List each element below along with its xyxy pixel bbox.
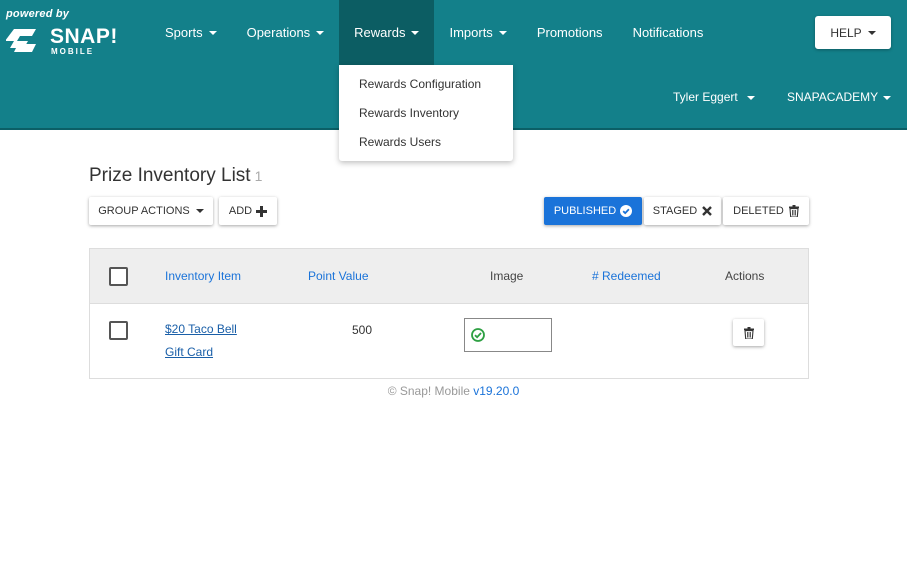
- add-button[interactable]: ADD: [219, 197, 277, 225]
- caret-down-icon: [411, 30, 420, 35]
- header-point-value[interactable]: Point Value: [308, 269, 369, 283]
- nav-rewards-label: Rewards: [354, 25, 406, 40]
- rewards-dropdown-menu: Rewards Configuration Rewards Inventory …: [339, 65, 513, 161]
- staged-filter-button[interactable]: STAGED: [644, 197, 721, 225]
- caret-down-icon: [747, 95, 756, 100]
- page-title-text: Prize Inventory List: [89, 165, 251, 186]
- version-link[interactable]: v19.20.0: [473, 384, 519, 398]
- header-actions: Actions: [725, 269, 765, 283]
- caret-down-icon: [195, 209, 204, 213]
- item-count: 1: [254, 168, 263, 184]
- powered-by-text: powered by: [6, 8, 70, 20]
- menu-item-rewards-configuration[interactable]: Rewards Configuration: [339, 70, 513, 99]
- nav-sports[interactable]: Sports: [150, 0, 232, 65]
- nav-imports[interactable]: Imports: [434, 0, 521, 65]
- check-circle-icon: [620, 205, 633, 217]
- caret-down-icon: [883, 95, 892, 100]
- nav-rewards[interactable]: Rewards: [339, 0, 435, 65]
- copyright-text: © Snap! Mobile: [387, 384, 470, 398]
- image-status-box: [464, 318, 552, 352]
- group-actions-label: GROUP ACTIONS: [98, 205, 190, 217]
- row-checkbox[interactable]: [109, 321, 128, 340]
- caret-down-icon: [208, 30, 217, 35]
- published-label: PUBLISHED: [553, 205, 617, 217]
- trash-icon: [788, 205, 799, 217]
- caret-down-icon: [498, 30, 507, 35]
- caret-down-icon: [316, 30, 325, 35]
- inventory-table: Inventory Item Point Value Image # Redee…: [89, 248, 809, 379]
- trash-icon: [743, 326, 754, 339]
- inventory-item-name-line2[interactable]: Gift Card: [165, 341, 237, 364]
- header-image: Image: [490, 269, 524, 283]
- add-label: ADD: [228, 205, 253, 217]
- staged-label: STAGED: [652, 205, 698, 217]
- inventory-item-link[interactable]: $20 Taco Bell Gift Card: [165, 318, 237, 364]
- footer: © Snap! Mobile v19.20.0: [0, 384, 907, 398]
- header-inventory-item[interactable]: Inventory Item: [165, 269, 241, 283]
- select-all-checkbox[interactable]: [109, 267, 128, 286]
- main-nav: Sports Operations Rewards Imports Promot…: [150, 0, 718, 65]
- brand-sub: MOBILE: [51, 47, 95, 56]
- table-header: Inventory Item Point Value Image # Redee…: [90, 249, 808, 304]
- nav-operations-label: Operations: [246, 25, 311, 40]
- org-name: SNAPACADEMY: [787, 90, 878, 104]
- inventory-item-name-line1[interactable]: $20 Taco Bell: [165, 318, 237, 341]
- page-title: Prize Inventory List 1: [89, 165, 262, 187]
- org-menu[interactable]: SNAPACADEMY: [787, 90, 892, 104]
- brand-name: SNAP!: [50, 25, 118, 48]
- header-redeemed[interactable]: # Redeemed: [592, 269, 661, 283]
- nav-promotions[interactable]: Promotions: [522, 0, 618, 65]
- published-filter-button[interactable]: PUBLISHED: [544, 197, 642, 225]
- help-button[interactable]: HELP: [815, 16, 891, 49]
- menu-item-rewards-users[interactable]: Rewards Users: [339, 128, 513, 157]
- user-name: Tyler Eggert: [673, 90, 738, 104]
- group-actions-button[interactable]: GROUP ACTIONS: [89, 197, 213, 225]
- nav-operations[interactable]: Operations: [232, 0, 340, 65]
- snap-logo-icon: [6, 29, 36, 52]
- deleted-filter-button[interactable]: DELETED: [723, 197, 809, 225]
- nav-promotions-label: Promotions: [536, 25, 603, 40]
- caret-down-icon: [867, 30, 876, 35]
- nav-sports-label: Sports: [165, 25, 203, 40]
- nav-notifications[interactable]: Notifications: [618, 0, 719, 65]
- user-menu[interactable]: Tyler Eggert: [673, 90, 756, 104]
- delete-row-button[interactable]: [733, 319, 764, 346]
- menu-item-rewards-inventory[interactable]: Rewards Inventory: [339, 99, 513, 128]
- point-value: 500: [352, 323, 373, 337]
- nav-imports-label: Imports: [449, 25, 493, 40]
- help-label: HELP: [830, 25, 862, 40]
- plus-icon: [256, 205, 268, 217]
- nav-notifications-label: Notifications: [632, 25, 704, 40]
- times-icon: [702, 206, 713, 216]
- check-circle-icon: [471, 328, 485, 342]
- deleted-label: DELETED: [733, 205, 784, 217]
- snap-mobile-logo[interactable]: powered by SNAP! MOBILE: [6, 8, 117, 56]
